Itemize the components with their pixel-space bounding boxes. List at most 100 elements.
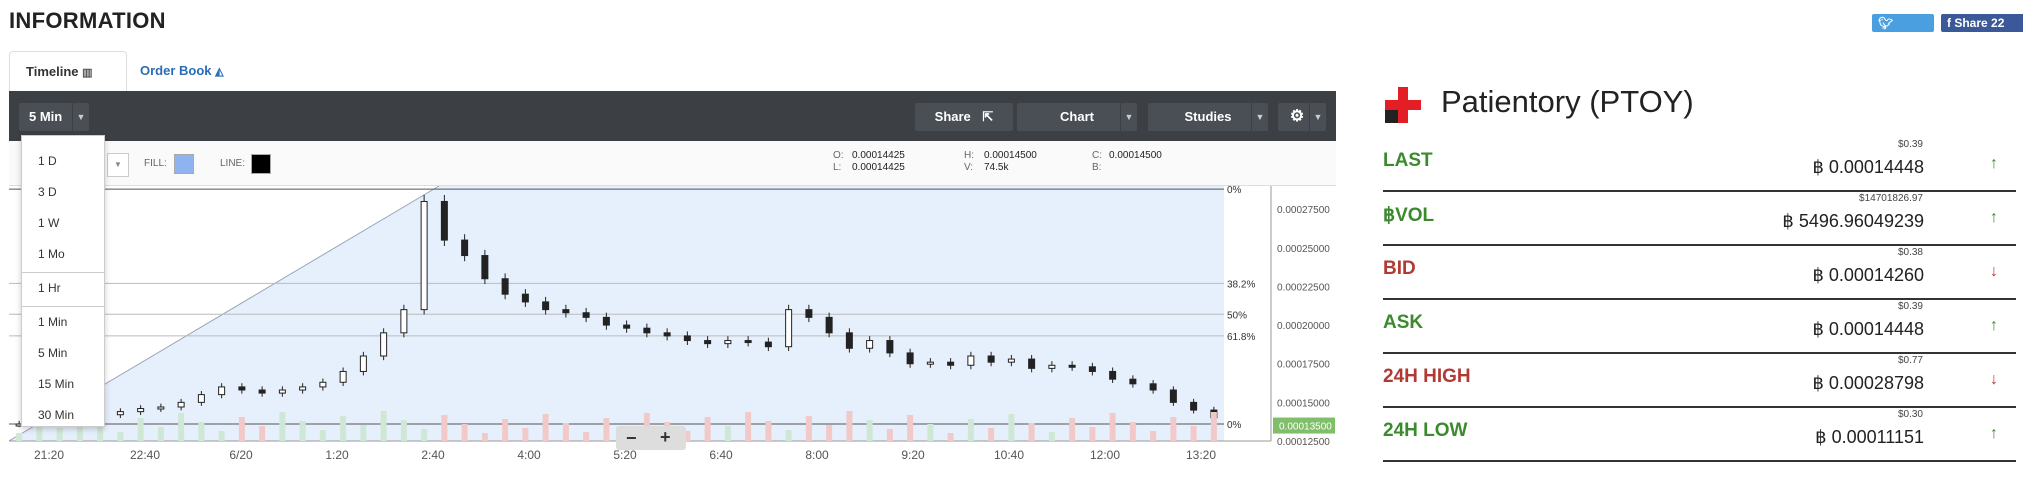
volume-bar [1170,417,1177,441]
chart-toolbar: 5 Min ▼ Share ⇱ Chart ▼ Studies ▼ ⚙ ▼ [9,91,1336,141]
tab-label: Order Book [140,63,212,78]
volume-bar [400,420,407,441]
interval-select[interactable]: 5 Min ▼ [19,103,89,131]
bar-chart-icon: ▥ [82,67,93,79]
volume-bar [765,421,772,441]
x-tick-label: 6:40 [709,448,733,462]
tweet-button[interactable]: 🐦︎ Tweet [1872,14,1934,48]
x-tick-label: 1:20 [325,448,349,462]
candle-body [886,340,894,354]
chevron-down-icon: ▼ [72,103,89,131]
stat-usd: $0.77 [1897,355,1923,366]
interval-option[interactable]: 1 Min [22,307,104,338]
interval-option[interactable]: 15 Min [22,369,104,400]
candle-body [238,386,246,391]
candle-body [1088,366,1096,372]
x-tick-label: 9:20 [901,448,925,462]
stat-usd: $0.38 [1897,247,1923,258]
volume-bar [117,432,124,441]
volume-bar [542,414,549,441]
candle-body [602,316,610,326]
candle-body [278,389,286,394]
candle-body [177,401,185,408]
style-select[interactable]: ▼ [107,153,129,177]
coin-title: Patientory (PTOY) [1441,84,1694,119]
volume-bar [198,422,205,441]
candle-body [987,355,995,363]
page-title: INFORMATION [9,8,166,33]
gear-icon: ⚙ [1289,108,1305,125]
price-chart-svg: 0% 38.2% 50% 61.8% 0% 0.00027500 0.00025000 0.0… [8,185,1335,462]
arrow-up-icon: ↑ [1990,425,1998,442]
stat-row-last: LAST $0.39 ฿ 0.00014448 ↑ [1383,137,2016,192]
chart-type-select[interactable]: Chart ▼ [1017,103,1137,131]
interval-option[interactable]: 1 Mo [22,239,104,270]
zoom-in-button[interactable]: + [660,427,671,448]
candle-body [1068,364,1076,368]
volume-bar [785,430,792,441]
area-chart-icon: ◭ [215,66,224,78]
interval-option[interactable]: 5 Min [22,338,104,369]
stat-label: 24H HIGH [1383,366,1471,387]
x-tick-label: 21:20 [34,448,64,462]
volume-bar [562,423,569,441]
y-tick-label: 0.00012500 [1277,437,1330,448]
interval-option[interactable]: 1 W [22,208,104,239]
studies-label: Studies [1184,109,1232,124]
zoom-out-button[interactable]: − [626,428,637,449]
interval-option[interactable]: 30 Min [22,400,104,431]
candle-body [521,293,529,303]
stat-usd: $0.30 [1897,409,1923,420]
candle-body [926,361,934,365]
fill-color-swatch[interactable] [174,154,194,174]
volume-bar [380,411,387,441]
candle-body [481,255,489,280]
candle-body [866,340,874,349]
candle-body [258,389,266,394]
arrow-up-icon: ↑ [1990,209,1998,226]
facebook-share-button[interactable]: f Share 22 [1941,14,2023,32]
low-label: L: [833,162,842,173]
candle-body [805,309,813,318]
candle-body [1169,389,1177,403]
candle-body [623,324,631,329]
candle-body [319,381,327,388]
x-tick-label: 10:40 [994,448,1024,462]
studies-select[interactable]: Studies ▼ [1148,103,1268,131]
volume-bar [886,429,893,441]
x-tick-label: 2:40 [421,448,445,462]
volume-label: V: [964,162,974,173]
volume-bar [927,424,934,441]
volume-bar [502,419,509,441]
interval-option[interactable]: 3 D [22,177,104,208]
current-price-label: 0.00013500 [1279,422,1332,433]
candle-body [400,309,408,334]
volume-bar [947,433,954,441]
stat-row-ask: ASK $0.39 ฿ 0.00014448 ↑ [1383,299,2016,354]
volume-bar [1150,431,1157,441]
y-tick-label: 0.00015000 [1277,398,1330,409]
candle-body [967,355,975,366]
share-label: Share 22 [1954,16,2005,30]
volume-bar [279,412,286,441]
stat-label: ฿VOL [1383,205,1435,226]
open-value: 0.00014425 [852,150,905,161]
stat-usd: $0.39 [1897,139,1923,150]
fib-level-label: 0% [1227,186,1242,196]
interval-option[interactable]: 1 Hr [22,273,104,304]
volume-bar [745,412,752,441]
fib-level-label: 50% [1227,310,1247,321]
share-button[interactable]: Share ⇱ [915,103,1013,131]
line-color-swatch[interactable] [251,154,271,174]
interval-option[interactable]: 1 D [22,146,104,177]
volume-bar [238,417,245,441]
volume-bar [1028,423,1035,441]
settings-button[interactable]: ⚙ ▼ [1278,103,1326,131]
volume-bar [522,428,529,441]
tab-order-book[interactable]: Order Book ◭ [124,51,240,91]
candle-body [440,200,448,241]
candle-body [1028,358,1036,369]
price-chart[interactable]: 0% 38.2% 50% 61.8% 0% 0.00027500 0.00025000 0.0… [8,185,1336,466]
tab-timeline[interactable]: Timeline ▥ [9,51,127,92]
volume-bar [826,425,833,441]
